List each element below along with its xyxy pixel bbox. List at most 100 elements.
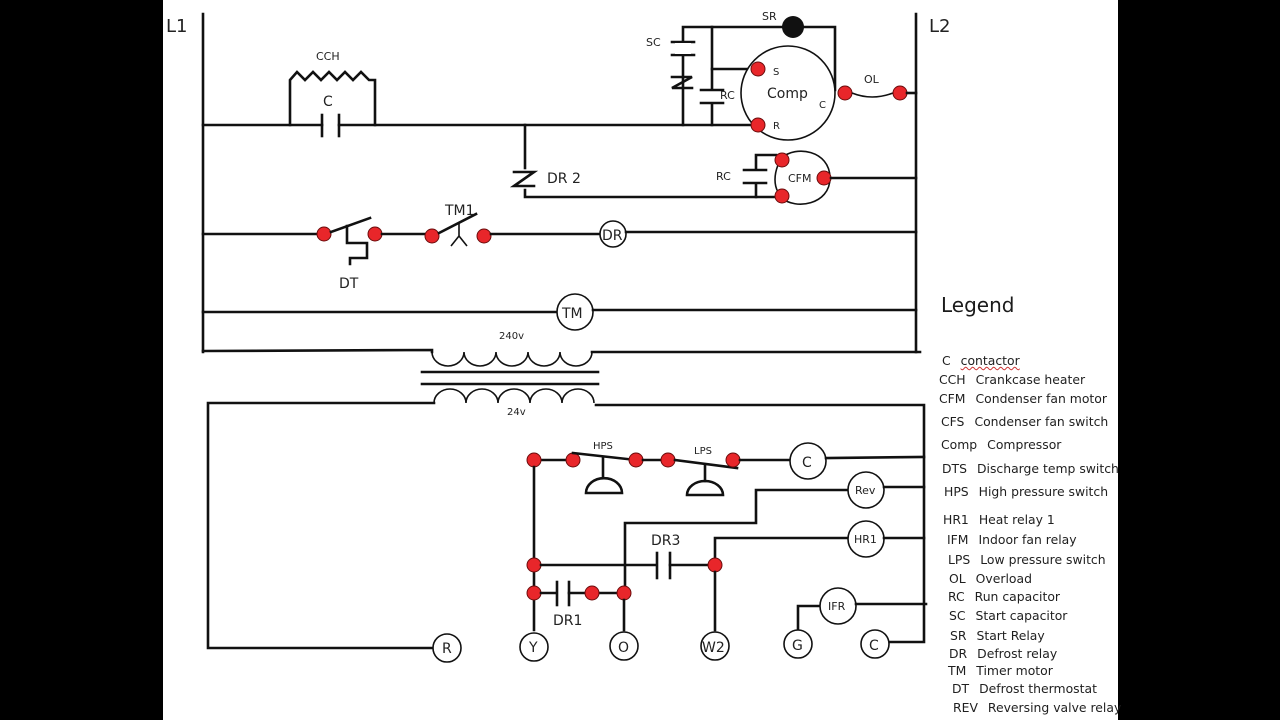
legend-item: SR Start Relay: [950, 628, 1045, 643]
terminal-c-label: C: [869, 638, 879, 654]
legend-desc: Defrost relay: [977, 646, 1058, 661]
legend-item: CFM Condenser fan motor: [939, 391, 1107, 406]
legend-desc: Overload: [975, 571, 1032, 586]
legend-item: REV Reversing valve relay: [953, 700, 1121, 715]
comp-terminal-s[interactable]: [750, 61, 766, 77]
overload-terminal[interactable]: [892, 85, 908, 101]
legend-abbr: DTS: [942, 461, 967, 476]
dt-terminal-left[interactable]: [316, 226, 332, 242]
legend-item: CCH Crankcase heater: [939, 372, 1085, 387]
dt-label: DT: [339, 276, 359, 292]
legend: Legend Ccontactor CCH Crankcase heater CFM C…: [938, 0, 1121, 720]
tm1-label: TM1: [444, 203, 475, 219]
dr2-contact: [509, 170, 539, 188]
legend-desc: Start capacitor: [975, 608, 1068, 623]
legend-desc: Condenser fan motor: [975, 391, 1107, 406]
legend-desc: contactor: [960, 353, 1020, 368]
hps-switch-blade: [571, 451, 638, 462]
legend-abbr: TM: [948, 663, 967, 678]
cfm-terminal-top[interactable]: [774, 152, 790, 168]
legend-desc: Low pressure switch: [980, 552, 1106, 567]
w2-node[interactable]: [707, 557, 723, 573]
rung-condenser-fan: DR 2 RC CFM: [509, 123, 918, 205]
comp-terminal-c[interactable]: [837, 85, 853, 101]
sc-label: SC: [646, 36, 661, 49]
comp-r-label: R: [773, 121, 780, 132]
legend-abbr: RC: [948, 589, 965, 604]
legend-item: OL Overload: [949, 571, 1032, 586]
tm1-terminal-right[interactable]: [476, 228, 492, 244]
comp-c-label: C: [819, 100, 826, 111]
dr2-label: DR 2: [547, 171, 581, 187]
primary-voltage-label: 240v: [499, 331, 524, 342]
legend-abbr: LPS: [948, 552, 971, 567]
dr1-terminal-mid[interactable]: [584, 585, 600, 601]
cfm-terminal-bottom[interactable]: [774, 188, 790, 204]
lps-terminal-left[interactable]: [660, 452, 676, 468]
legend-abbr: IFM: [947, 532, 969, 547]
rc-fan-label: RC: [716, 170, 731, 183]
legend-abbr: OL: [949, 571, 966, 586]
cfm-terminal-right[interactable]: [816, 170, 832, 186]
low-voltage-controls: HPS LPS C Rev HR1 DR3 DR1 IFR R Y O W2 G…: [432, 441, 928, 663]
legend-abbr: DR: [949, 646, 968, 661]
dr-coil-label: DR: [602, 228, 623, 244]
hps-terminal-right[interactable]: [628, 452, 644, 468]
legend-abbr: SC: [949, 608, 966, 623]
legend-desc: Run capacitor: [974, 589, 1061, 604]
legend-desc: Defrost thermostat: [979, 681, 1097, 696]
legend-item: SC Start capacitor: [949, 608, 1067, 623]
overload: [851, 92, 894, 98]
hps-diaphragm: [584, 476, 624, 495]
o-node[interactable]: [616, 585, 632, 601]
dr3-feed-node[interactable]: [526, 557, 542, 573]
legend-item: CFS Condenser fan switch: [941, 414, 1108, 429]
legend-item: LPS Low pressure switch: [948, 552, 1106, 567]
legend-desc: High pressure switch: [978, 484, 1109, 499]
legend-item: HR1 Heat relay 1: [943, 512, 1055, 527]
hr1-label: HR1: [854, 533, 877, 546]
compressor-label: Comp: [767, 86, 808, 102]
legend-abbr: REV: [953, 700, 978, 715]
secondary-voltage-label: 24v: [507, 407, 526, 418]
legend-desc: Reversing valve relay: [987, 700, 1122, 715]
legend-desc: Start Relay: [976, 628, 1045, 643]
ifr-label: IFR: [828, 600, 846, 613]
legend-desc: Indoor fan relay: [978, 532, 1077, 547]
dr1-label: DR1: [553, 613, 582, 629]
legend-desc: Condenser fan switch: [974, 414, 1109, 429]
terminal-y-label: Y: [528, 640, 538, 656]
y-feed-node[interactable]: [526, 452, 542, 468]
legend-item: DT Defrost thermostat: [952, 681, 1097, 696]
dr3-label: DR3: [651, 533, 680, 549]
tm1-terminal-left[interactable]: [424, 228, 440, 244]
sr-label: SR: [762, 10, 777, 23]
rc-comp-label: RC: [720, 89, 735, 102]
lps-diaphragm: [685, 479, 725, 497]
legend-item: Comp Compressor: [941, 437, 1061, 452]
comp-s-label: S: [773, 67, 779, 78]
terminal-o-label: O: [618, 640, 629, 656]
dr1-terminal-left[interactable]: [526, 585, 542, 601]
contactor-coil-label: C: [802, 455, 812, 471]
terminal-w2-label: W2: [702, 640, 725, 656]
legend-abbr: HPS: [944, 484, 969, 499]
secondary-winding: [433, 388, 595, 404]
rung-compressor: C CCH SR SC RC Comp S R C OL: [201, 10, 918, 141]
comp-terminal-r[interactable]: [750, 117, 766, 133]
legend-title: Legend: [941, 293, 1015, 317]
legend-abbr: HR1: [943, 512, 969, 527]
defrost-thermostat-element: [345, 224, 369, 266]
dt-terminal-right[interactable]: [367, 226, 383, 242]
lps-terminal-right[interactable]: [725, 452, 741, 468]
legend-desc: Crankcase heater: [975, 372, 1086, 387]
legend-abbr: CFM: [939, 391, 966, 406]
terminal-r-label: R: [442, 641, 452, 657]
legend-item: DTS Discharge temp switch: [942, 461, 1119, 476]
hps-terminal-left[interactable]: [565, 452, 581, 468]
legend-item: TM Timer motor: [948, 663, 1053, 678]
legend-abbr: C: [942, 353, 951, 368]
legend-desc: Timer motor: [976, 663, 1053, 678]
legend-abbr: CCH: [939, 372, 966, 387]
legend-abbr: SR: [950, 628, 967, 643]
